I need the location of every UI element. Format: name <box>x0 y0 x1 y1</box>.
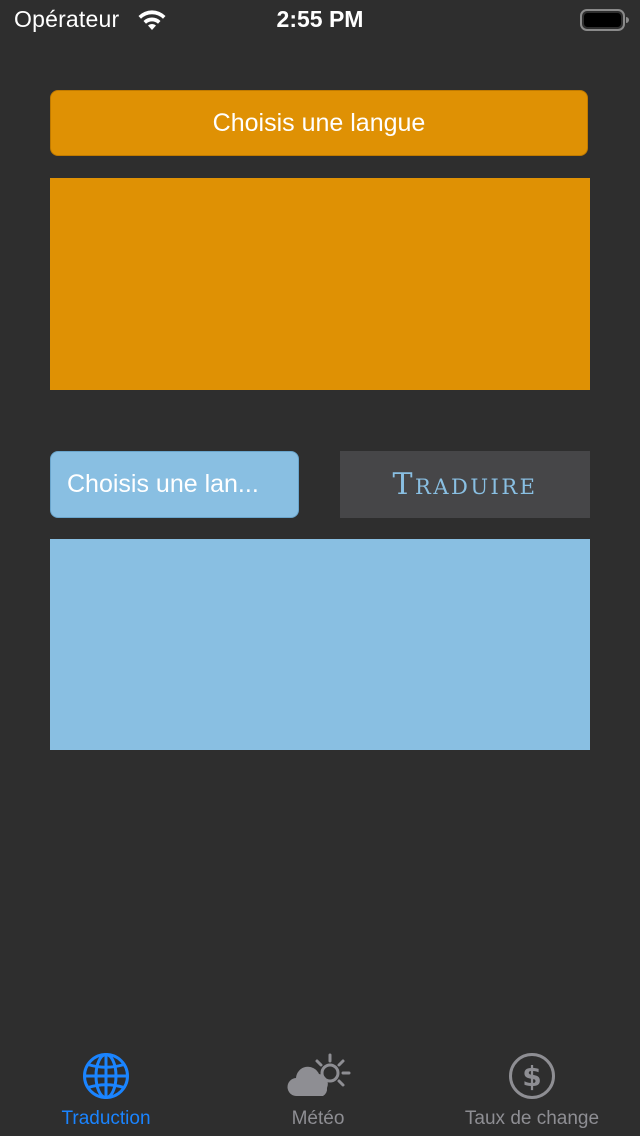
translated-text-area <box>50 539 590 750</box>
tab-meteo-label: Météo <box>291 1108 345 1129</box>
source-language-button[interactable]: Choisis une langue <box>50 90 588 156</box>
translate-button-label: Traduire <box>392 467 538 502</box>
tab-meteo[interactable]: Météo <box>238 1040 398 1136</box>
target-language-button[interactable]: Choisis une lan... <box>50 451 299 518</box>
cloud-sun-icon <box>287 1053 351 1097</box>
tab-traduction-label: Traduction <box>61 1108 151 1129</box>
source-language-label: Choisis une langue <box>212 108 426 137</box>
globe-icon <box>83 1053 129 1099</box>
app-screen: Opérateur 2:55 PM Choisis une langue Cho… <box>0 0 640 1136</box>
tab-taux-de-change[interactable]: $ Taux de change <box>442 1040 622 1136</box>
tab-bar: Traduction Météo $ Taux de change <box>0 1040 640 1136</box>
status-time: 2:55 PM <box>276 6 364 32</box>
svg-text:$: $ <box>522 1060 541 1093</box>
battery-icon <box>580 9 629 31</box>
target-language-label: Choisis une lan... <box>67 470 259 498</box>
dollar-circle-icon: $ <box>509 1053 555 1099</box>
translate-button[interactable]: Traduire <box>340 451 590 518</box>
tab-taux-de-change-label: Taux de change <box>464 1108 600 1129</box>
source-text-input[interactable] <box>50 178 590 390</box>
tab-traduction[interactable]: Traduction <box>26 1040 186 1136</box>
status-bar: Opérateur 2:55 PM <box>0 0 640 40</box>
